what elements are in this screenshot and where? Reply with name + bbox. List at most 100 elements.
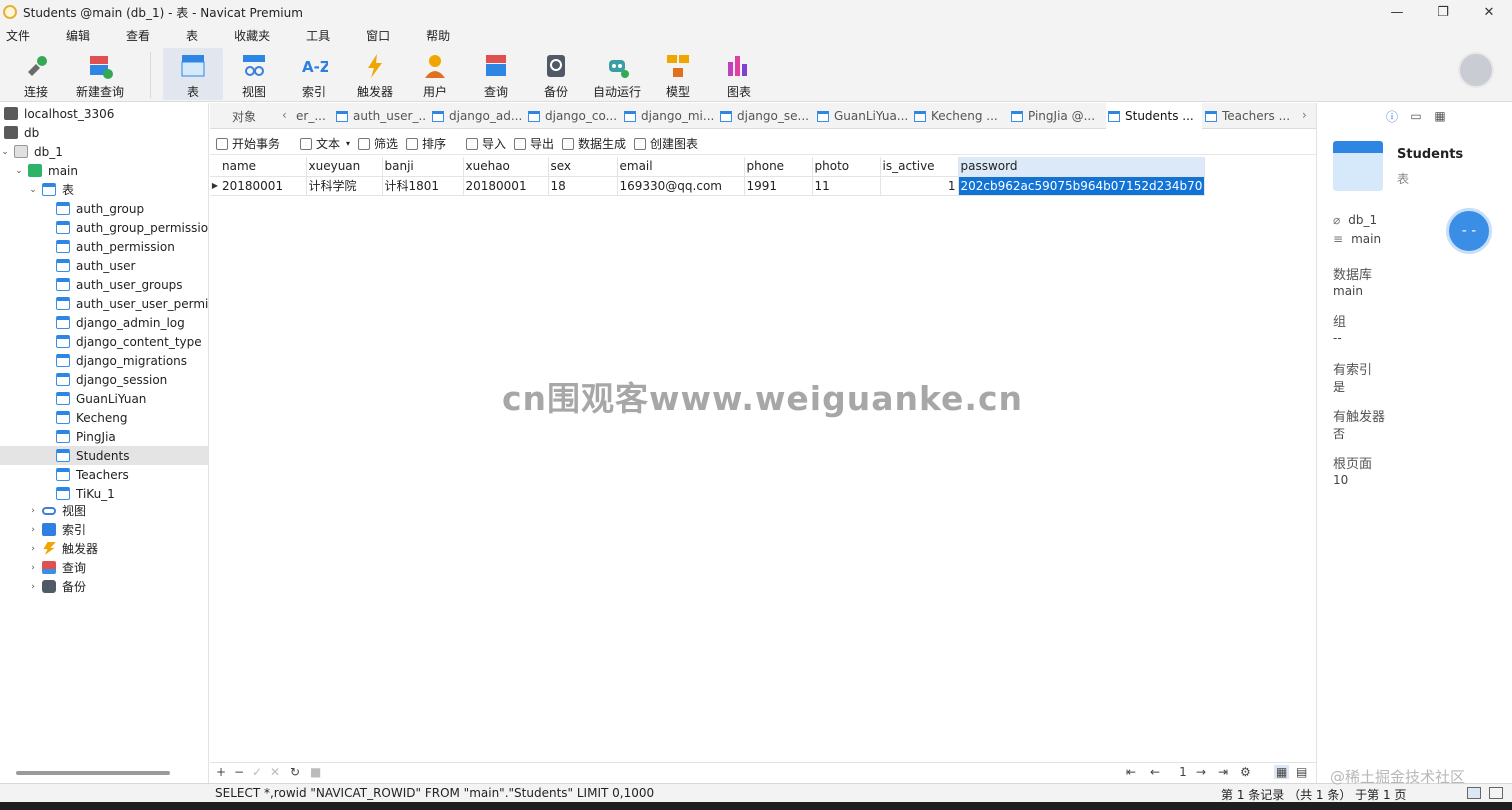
column-header[interactable]: xuehao (463, 157, 549, 177)
table-cell[interactable]: 计科1801 (382, 176, 464, 196)
tree-table-item-selected[interactable]: Students (0, 446, 208, 465)
column-header[interactable]: photo (812, 157, 881, 177)
tree-table-item[interactable]: django_migrations (56, 351, 187, 370)
tree-table-item[interactable]: auth_user (56, 256, 135, 275)
discard-icon[interactable]: ✕ (270, 765, 280, 779)
sort-button[interactable]: 排序 (406, 135, 446, 152)
column-header[interactable]: email (617, 157, 745, 177)
tree-table-item[interactable]: auth_user_groups (56, 275, 183, 294)
tab-item[interactable]: auth_user_... (334, 103, 426, 129)
table-cell[interactable]: 20180001 (463, 176, 549, 196)
menu-help[interactable]: 帮助 (420, 27, 462, 44)
table-button[interactable]: 表 (163, 48, 223, 100)
import-button[interactable]: 导入 (466, 135, 506, 152)
column-header[interactable]: is_active (880, 157, 959, 177)
add-record-icon[interactable]: + (216, 765, 226, 779)
tab-item[interactable]: Teachers ... (1203, 103, 1295, 129)
model-button[interactable]: 模型 (648, 48, 708, 100)
connect-button[interactable]: 连接 (6, 48, 66, 100)
tree-queries-folder[interactable]: › 查询 (28, 558, 86, 577)
trigger-button[interactable]: 触发器 (345, 48, 405, 100)
preview-icon[interactable]: ▦ (1433, 109, 1447, 123)
chevron-down-icon[interactable]: ⌄ (28, 185, 38, 195)
chevron-right-icon[interactable]: › (28, 506, 38, 516)
tab-item[interactable]: django_se... (718, 103, 810, 129)
column-header[interactable]: banji (382, 157, 464, 177)
tree-schema-main[interactable]: ⌄ main (14, 161, 78, 180)
next-page-icon[interactable]: → (1196, 765, 1206, 779)
table-cell[interactable]: 18 (548, 176, 618, 196)
tree-table-item[interactable]: django_content_type (56, 332, 202, 351)
tree-table-item[interactable]: auth_group (56, 199, 144, 218)
data-generation-button[interactable]: 数据生成 (562, 135, 626, 152)
menu-edit[interactable]: 编辑 (60, 27, 102, 44)
tree-connection[interactable]: localhost_3306 (4, 104, 114, 123)
info-icon[interactable]: ⓘ (1385, 109, 1399, 124)
table-cell[interactable]: 169330@qq.com (617, 176, 745, 196)
tree-backups-folder[interactable]: › 备份 (28, 577, 86, 596)
tree-db1[interactable]: ⌄ db_1 (0, 142, 63, 161)
create-chart-button[interactable]: 创建图表 (634, 135, 698, 152)
table-cell[interactable]: 11 (812, 176, 881, 196)
table-cell[interactable]: 计科学院 (306, 176, 383, 196)
filter-button[interactable]: 筛选 (358, 135, 398, 152)
table-row[interactable]: ▶ 20180001 计科学院 计科1801 20180001 18 16933… (210, 176, 1206, 196)
view-button[interactable]: 视图 (224, 48, 284, 100)
column-header[interactable]: sex (548, 157, 618, 177)
tab-item[interactable]: django_mi... (622, 103, 714, 129)
panel-left-icon[interactable] (1467, 787, 1481, 799)
minimize-button[interactable]: — (1374, 0, 1420, 24)
tab-scroll-right-icon[interactable]: › (1302, 108, 1307, 122)
column-header[interactable]: xueyuan (306, 157, 383, 177)
table-cell-selected[interactable]: 202cb962ac59075b964b07152d234b70 (958, 176, 1206, 196)
form-view-icon[interactable]: ▤ (1296, 765, 1307, 779)
grid-view-icon[interactable]: ▦ (1274, 765, 1290, 779)
menu-favorites[interactable]: 收藏夹 (228, 27, 282, 44)
tree-views-folder[interactable]: › 视图 (28, 501, 86, 520)
chevron-right-icon[interactable]: › (28, 582, 38, 592)
column-header[interactable]: name (220, 157, 307, 177)
tree-table-item[interactable]: django_session (56, 370, 167, 389)
tree-db[interactable]: db (4, 123, 39, 142)
menu-table[interactable]: 表 (180, 27, 210, 44)
tab-objects[interactable]: 对象 (232, 103, 268, 129)
menu-window[interactable]: 窗口 (360, 27, 402, 44)
automation-button[interactable]: 自动运行 (587, 48, 647, 100)
tree-table-item[interactable]: PingJia (56, 427, 116, 446)
first-page-icon[interactable]: ⇤ (1126, 765, 1136, 779)
column-header-selected[interactable]: password (958, 157, 1206, 177)
delete-record-icon[interactable]: − (234, 765, 244, 779)
stop-icon[interactable]: ■ (310, 765, 321, 779)
chevron-down-icon[interactable]: ⌄ (14, 166, 24, 176)
index-button[interactable]: A-Z 索引 (284, 48, 344, 100)
tab-item[interactable]: Kecheng ... (912, 103, 1004, 129)
menu-view[interactable]: 查看 (120, 27, 162, 44)
panel-right-icon[interactable] (1489, 787, 1503, 799)
maximize-button[interactable]: ❐ (1420, 0, 1466, 24)
chevron-down-icon[interactable]: ⌄ (0, 147, 10, 157)
tree-table-item[interactable]: Teachers (56, 465, 129, 484)
page-number-input[interactable]: 1 (1172, 765, 1194, 779)
table-cell[interactable]: 20180001 (220, 176, 307, 196)
tree-triggers-folder[interactable]: › 触发器 (28, 539, 98, 558)
tab-scroll-left-icon[interactable]: ‹ (282, 108, 287, 122)
tree-tables-folder[interactable]: ⌄ 表 (28, 180, 74, 199)
chevron-right-icon[interactable]: › (28, 563, 38, 573)
user-avatar[interactable] (1458, 52, 1494, 88)
tab-item[interactable]: django_co... (526, 103, 618, 129)
tree-table-item[interactable]: auth_group_permission (56, 218, 208, 237)
tree-table-item[interactable]: Kecheng (56, 408, 127, 427)
table-cell[interactable]: 1 (880, 176, 959, 196)
tab-item-active[interactable]: Students ... (1106, 103, 1202, 129)
column-header[interactable]: phone (744, 157, 813, 177)
tree-table-item[interactable]: GuanLiYuan (56, 389, 146, 408)
apply-icon[interactable]: ✓ (252, 765, 262, 779)
text-button[interactable]: 文本 ▾ (300, 135, 350, 152)
user-button[interactable]: 用户 (405, 48, 465, 100)
query-button[interactable]: 查询 (466, 48, 526, 100)
new-query-button[interactable]: 新建查询 (70, 48, 130, 100)
table-cell[interactable]: 1991 (744, 176, 813, 196)
export-button[interactable]: 导出 (514, 135, 554, 152)
prev-page-icon[interactable]: ← (1150, 765, 1160, 779)
refresh-icon[interactable]: ↻ (290, 765, 300, 779)
